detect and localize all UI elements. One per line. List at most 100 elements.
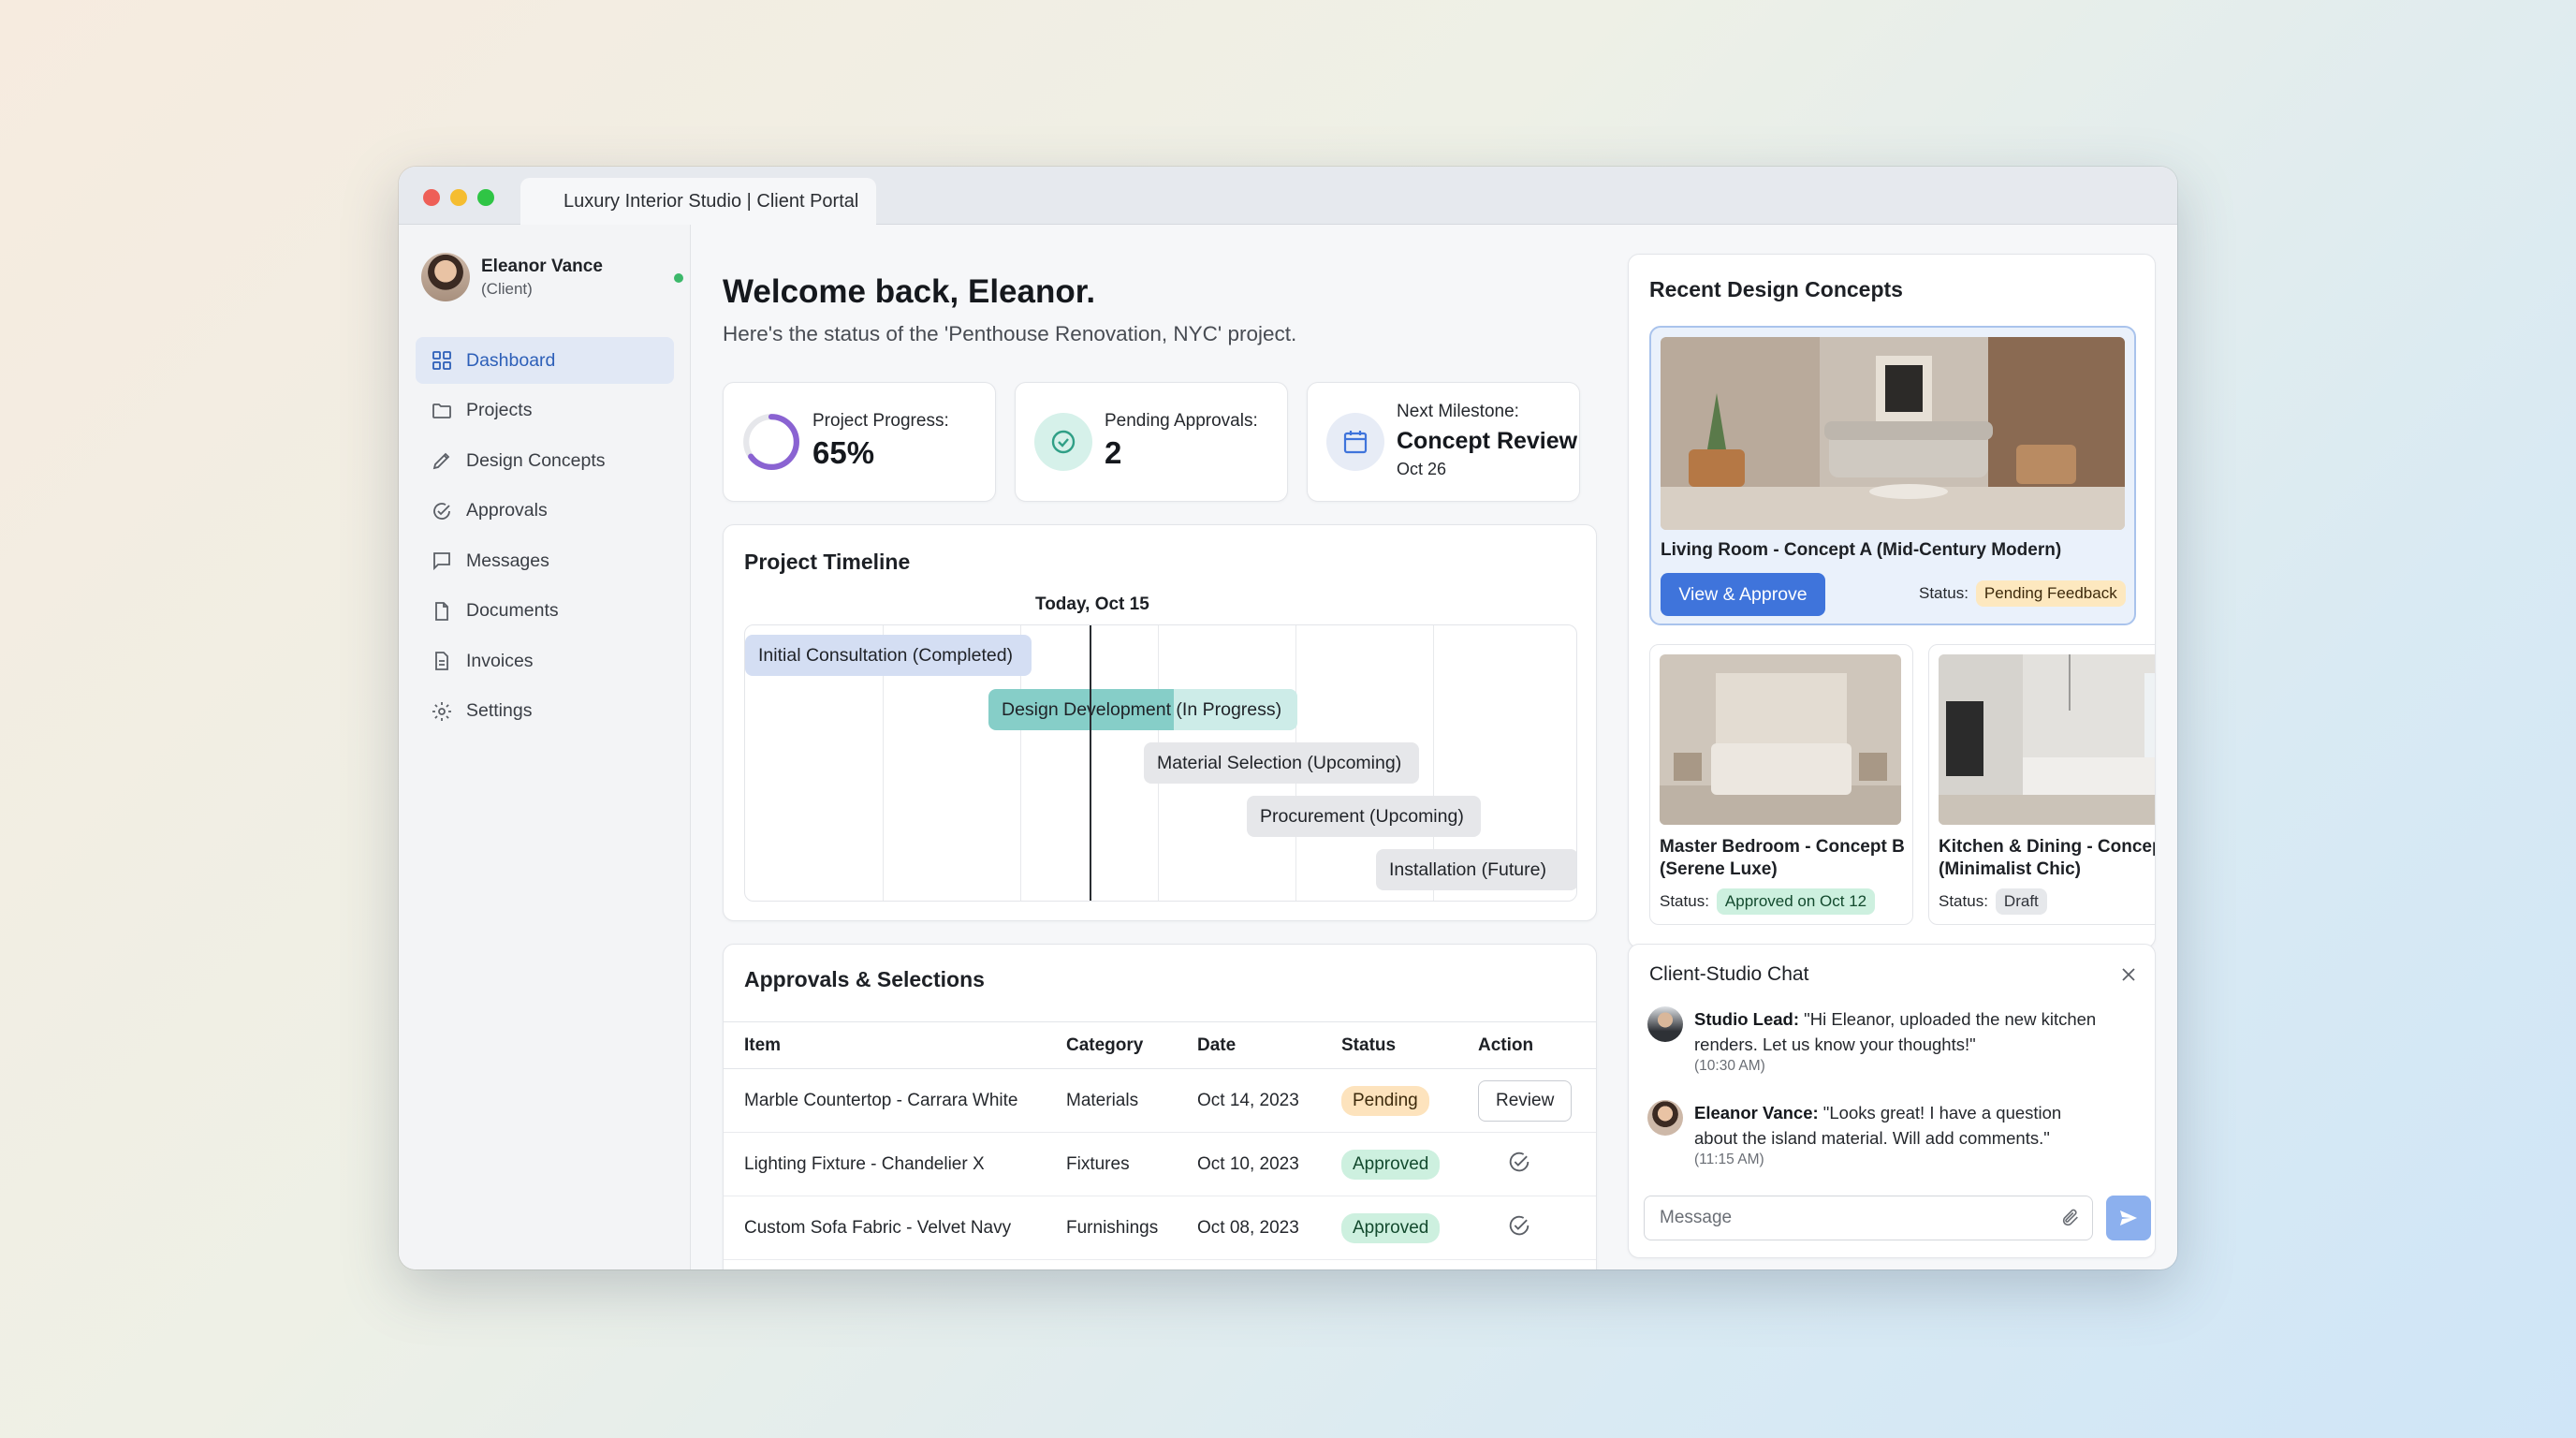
send-button[interactable]: [2106, 1196, 2151, 1240]
minimize-window-button[interactable]: [450, 189, 467, 206]
avatar: [1647, 1100, 1683, 1136]
chat-message: Eleanor Vance: "Looks great! I have a qu…: [1647, 1100, 2134, 1175]
close-icon[interactable]: [2119, 965, 2138, 984]
date-cell: Oct 14, 2023: [1177, 1068, 1321, 1133]
sidebar-item-design-concepts[interactable]: Design Concepts: [416, 437, 674, 484]
status-badge: Approved: [1341, 1149, 1441, 1180]
sidebar-item-documents[interactable]: Documents: [416, 588, 674, 635]
item-cell: Lighting Fixture - Chandelier X: [724, 1132, 1046, 1196]
status-label: Status:: [1939, 892, 1988, 910]
message-time: (11:15 AM): [1694, 1152, 1764, 1167]
status-cell: Approved: [1321, 1132, 1457, 1196]
attach-icon[interactable]: [2060, 1208, 2081, 1228]
user-profile[interactable]: Eleanor Vance (Client): [421, 251, 683, 303]
message-sender: Eleanor Vance:: [1694, 1103, 1819, 1123]
page-title: Welcome back, Eleanor.: [723, 273, 1096, 310]
category-cell: Materials: [1046, 1068, 1177, 1133]
user-role: (Client): [481, 280, 533, 298]
sidebar-item-label: Design Concepts: [466, 449, 606, 471]
online-status-dot: [674, 273, 683, 283]
close-window-button[interactable]: [423, 189, 440, 206]
category-cell: Fixtures: [1046, 1132, 1177, 1196]
stat-label: Pending Approvals:: [1105, 411, 1258, 431]
user-name: Eleanor Vance: [481, 257, 603, 276]
status-badge: Approved: [1341, 1212, 1441, 1243]
status-badge: Pending: [1341, 1085, 1429, 1116]
date-cell: Oct 08, 2023: [1177, 1196, 1321, 1260]
status-label: Status:: [1660, 892, 1709, 910]
concept-name: Kitchen & Dining - Concept (Minimalist C…: [1939, 837, 2156, 879]
review-button[interactable]: Review: [1478, 1079, 1573, 1122]
sidebar-item-invoices[interactable]: Invoices: [416, 638, 674, 684]
folder-icon: [432, 403, 451, 418]
message-input[interactable]: Message: [1644, 1196, 2093, 1240]
stat-label: Next Milestone:: [1397, 402, 1519, 421]
column-header: Item: [724, 1021, 1046, 1069]
timeline-phase-procurement[interactable]: Procurement (Upcoming): [1247, 796, 1481, 837]
concept-status: Status: Draft: [1939, 888, 2047, 915]
approved-check-icon: [1509, 1215, 1530, 1235]
kitchen-render[interactable]: [1939, 654, 2155, 825]
stat-value: 65%: [812, 435, 875, 470]
dashboard-grid-icon: [432, 351, 451, 370]
phase-label: Procurement (Upcoming): [1260, 806, 1464, 827]
chat-title: Client-Studio Chat: [1649, 963, 1809, 985]
app-window: Luxury Interior Studio | Client Portal E…: [399, 167, 2177, 1269]
title-bar: Luxury Interior Studio | Client Portal: [399, 167, 2177, 225]
invoice-icon: [435, 652, 448, 670]
concept-name: Living Room - Concept A (Mid-Century Mod…: [1661, 540, 2062, 560]
card-title: Project Timeline: [744, 550, 911, 574]
table-header-row: Item Category Date Status Action: [724, 1021, 1596, 1069]
stat-label: Project Progress:: [812, 411, 949, 431]
living-room-render[interactable]: [1661, 337, 2125, 530]
sidebar-item-dashboard[interactable]: Dashboard: [416, 337, 674, 384]
stat-card-milestone: Next Milestone: Concept Review Oct 26: [1307, 382, 1580, 502]
status-badge: Draft: [1995, 888, 2047, 915]
timeline-phase-consultation[interactable]: Initial Consultation (Completed): [745, 635, 1032, 676]
sidebar-item-messages[interactable]: Messages: [416, 537, 674, 584]
phase-label: Initial Consultation (Completed): [758, 645, 1014, 666]
approved-check-icon: [1509, 1152, 1530, 1171]
status-badge: Pending Feedback: [1975, 580, 2126, 607]
today-label: Today, Oct 15: [1035, 594, 1149, 614]
concept-status: Status: Pending Feedback: [1919, 580, 2126, 607]
concept-card-kitchen[interactable]: Kitchen & Dining - Concept (Minimalist C…: [1928, 644, 2156, 925]
timeline-phase-design[interactable]: Design Development (In Progress): [988, 689, 1297, 730]
concept-status: Status: Approved on Oct 12: [1660, 888, 1876, 915]
message-time: (10:30 AM): [1694, 1058, 1765, 1074]
status-cell: Approved: [1321, 1196, 1457, 1260]
sidebar-item-label: Messages: [466, 550, 549, 571]
message-text: Eleanor Vance: "Looks great! I have a qu…: [1694, 1100, 2106, 1169]
view-approve-button[interactable]: View & Approve: [1661, 573, 1825, 616]
browser-tab[interactable]: Luxury Interior Studio | Client Portal: [520, 178, 876, 225]
sidebar-item-projects[interactable]: Projects: [416, 388, 674, 434]
chat-panel: Client-Studio Chat Studio Lead: "Hi Elea…: [1628, 944, 2156, 1258]
chat-message: Studio Lead: "Hi Eleanor, uploaded the n…: [1647, 1006, 2134, 1081]
project-timeline-card: Project Timeline Today, Oct 15 Initial C…: [723, 524, 1597, 921]
avatar: [421, 253, 470, 301]
stat-card-progress: Project Progress: 65%: [723, 382, 996, 502]
timeline-phase-material[interactable]: Material Selection (Upcoming): [1144, 742, 1419, 784]
stat-card-pending: Pending Approvals: 2: [1015, 382, 1288, 502]
sidebar: Eleanor Vance (Client) Dashboard Project…: [399, 225, 691, 1269]
sidebar-item-label: Invoices: [466, 650, 534, 671]
message-placeholder: Message: [1660, 1208, 1733, 1227]
concept-card-featured[interactable]: Living Room - Concept A (Mid-Century Mod…: [1649, 326, 2136, 625]
check-circle-icon: [1034, 413, 1092, 471]
avatar: [1647, 1006, 1683, 1042]
column-header: Date: [1177, 1021, 1321, 1069]
concept-name: Master Bedroom - Concept B (Serene Luxe): [1660, 837, 1905, 879]
bedroom-render[interactable]: [1660, 654, 1901, 825]
card-title: Recent Design Concepts: [1649, 277, 1903, 301]
sidebar-item-label: Documents: [466, 600, 559, 621]
page-subtitle: Here's the status of the 'Penthouse Reno…: [723, 322, 1297, 345]
phase-label: Installation (Future): [1389, 859, 1546, 880]
pen-icon: [432, 452, 450, 470]
concept-card-bedroom[interactable]: Master Bedroom - Concept B (Serene Luxe)…: [1649, 644, 1913, 925]
sidebar-item-settings[interactable]: Settings: [416, 688, 674, 735]
sidebar-item-approvals[interactable]: Approvals: [416, 488, 674, 535]
maximize-window-button[interactable]: [477, 189, 494, 206]
check-circle-icon: [433, 502, 450, 520]
timeline-phase-installation[interactable]: Installation (Future): [1376, 849, 1576, 890]
action-cell: [1457, 1196, 1596, 1260]
